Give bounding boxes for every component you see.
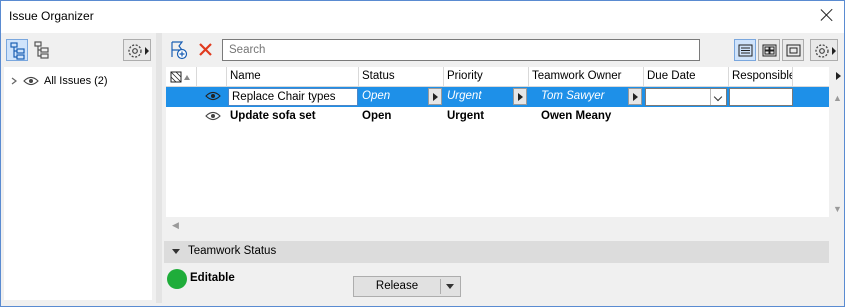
flat-tree-icon bbox=[34, 41, 49, 59]
scroll-down-icon[interactable]: ▼ bbox=[833, 204, 842, 214]
owner-dropdown-button[interactable] bbox=[628, 88, 642, 105]
column-header-name[interactable]: Name bbox=[227, 67, 359, 87]
issue-name[interactable]: Update sofa set bbox=[227, 107, 357, 127]
issues-table: Name Status Priority Teamwork Owner Due … bbox=[166, 67, 842, 230]
column-header-priority[interactable]: Priority bbox=[444, 67, 529, 87]
panel-splitter[interactable] bbox=[156, 33, 162, 303]
gear-icon bbox=[815, 44, 836, 58]
tree-item-label: All Issues (2) bbox=[44, 75, 108, 87]
delete-issue-button[interactable] bbox=[196, 40, 216, 60]
sort-icon bbox=[170, 71, 190, 83]
table-row[interactable]: Replace Chair types Open Urgent Tom Sawy… bbox=[166, 87, 829, 107]
scroll-left-icon[interactable]: ◀ bbox=[172, 220, 179, 231]
tree-view-icon bbox=[10, 42, 25, 60]
column-header-due-date[interactable]: Due Date bbox=[644, 67, 729, 87]
left-toolbar bbox=[1, 33, 156, 67]
release-button[interactable]: Release bbox=[353, 276, 461, 297]
issue-priority[interactable]: Urgent bbox=[444, 107, 524, 127]
window-title: Issue Organizer bbox=[9, 9, 94, 23]
tree-view-button[interactable] bbox=[6, 39, 28, 61]
status-indicator-dot bbox=[167, 269, 187, 289]
release-dropdown-icon[interactable] bbox=[446, 284, 454, 289]
flat-view-button[interactable] bbox=[31, 39, 53, 61]
search-input[interactable] bbox=[222, 39, 700, 61]
teamwork-status-header[interactable]: Teamwork Status bbox=[164, 241, 829, 263]
table-header: Name Status Priority Teamwork Owner Due … bbox=[166, 67, 841, 87]
eye-icon[interactable] bbox=[23, 76, 39, 86]
issue-organizer-window: Issue Organizer All Issues (2) Search Na… bbox=[0, 0, 845, 307]
eye-icon bbox=[205, 111, 221, 121]
collapse-triangle-icon bbox=[172, 249, 180, 254]
title-bar: Issue Organizer bbox=[1, 1, 844, 33]
delete-icon bbox=[199, 43, 212, 56]
close-icon[interactable] bbox=[818, 6, 836, 24]
release-separator bbox=[440, 279, 441, 294]
issue-teamwork-owner[interactable]: Owen Meany bbox=[538, 107, 638, 127]
issue-name-edit-field[interactable]: Replace Chair types bbox=[228, 88, 358, 106]
issue-tree: All Issues (2) bbox=[4, 67, 152, 300]
visibility-toggle[interactable] bbox=[202, 107, 224, 127]
column-type-header[interactable] bbox=[166, 67, 197, 87]
new-issue-icon bbox=[171, 41, 188, 60]
issue-status[interactable]: Open bbox=[359, 87, 429, 107]
issue-teamwork-owner[interactable]: Tom Sawyer bbox=[538, 87, 628, 107]
list-view-button[interactable] bbox=[734, 39, 756, 61]
status-dropdown-button[interactable] bbox=[428, 88, 442, 105]
grid-view-icon bbox=[762, 44, 777, 57]
list-view-icon bbox=[738, 44, 753, 57]
release-button-label: Release bbox=[375, 280, 419, 292]
column-scroll-right-button[interactable] bbox=[831, 67, 843, 87]
teamwork-status-title: Teamwork Status bbox=[188, 245, 277, 257]
visibility-toggle[interactable] bbox=[202, 87, 224, 107]
scroll-up-icon[interactable]: ▲ bbox=[833, 93, 842, 103]
view-mode-group bbox=[734, 39, 806, 61]
column-header-teamwork-owner[interactable]: Teamwork Owner bbox=[529, 67, 644, 87]
grid-view-button[interactable] bbox=[758, 39, 780, 61]
new-issue-button[interactable] bbox=[169, 40, 189, 60]
responsible-field[interactable] bbox=[729, 88, 793, 106]
detail-view-button[interactable] bbox=[782, 39, 804, 61]
column-header-responsible[interactable]: Responsible bbox=[729, 67, 793, 87]
eye-icon bbox=[205, 91, 221, 101]
priority-dropdown-button[interactable] bbox=[513, 88, 527, 105]
issue-status[interactable]: Open bbox=[359, 107, 439, 127]
teamwork-status-text: Editable bbox=[190, 272, 235, 284]
right-settings-button[interactable] bbox=[810, 39, 838, 61]
issue-priority[interactable]: Urgent bbox=[444, 87, 514, 107]
column-visibility-header[interactable] bbox=[197, 67, 227, 87]
chevron-right-icon bbox=[836, 72, 841, 80]
issues-toolbar bbox=[164, 33, 842, 67]
column-header-status[interactable]: Status bbox=[359, 67, 444, 87]
gear-icon bbox=[128, 44, 149, 58]
due-date-picker[interactable] bbox=[645, 88, 727, 106]
chevron-down-icon[interactable] bbox=[710, 89, 726, 105]
chevron-right-icon[interactable] bbox=[10, 77, 18, 85]
tree-item-all-issues[interactable]: All Issues (2) bbox=[10, 72, 108, 90]
table-row[interactable]: Update sofa set Open Urgent Owen Meany bbox=[166, 107, 829, 127]
left-settings-button[interactable] bbox=[123, 39, 151, 61]
detail-view-icon bbox=[786, 44, 801, 57]
